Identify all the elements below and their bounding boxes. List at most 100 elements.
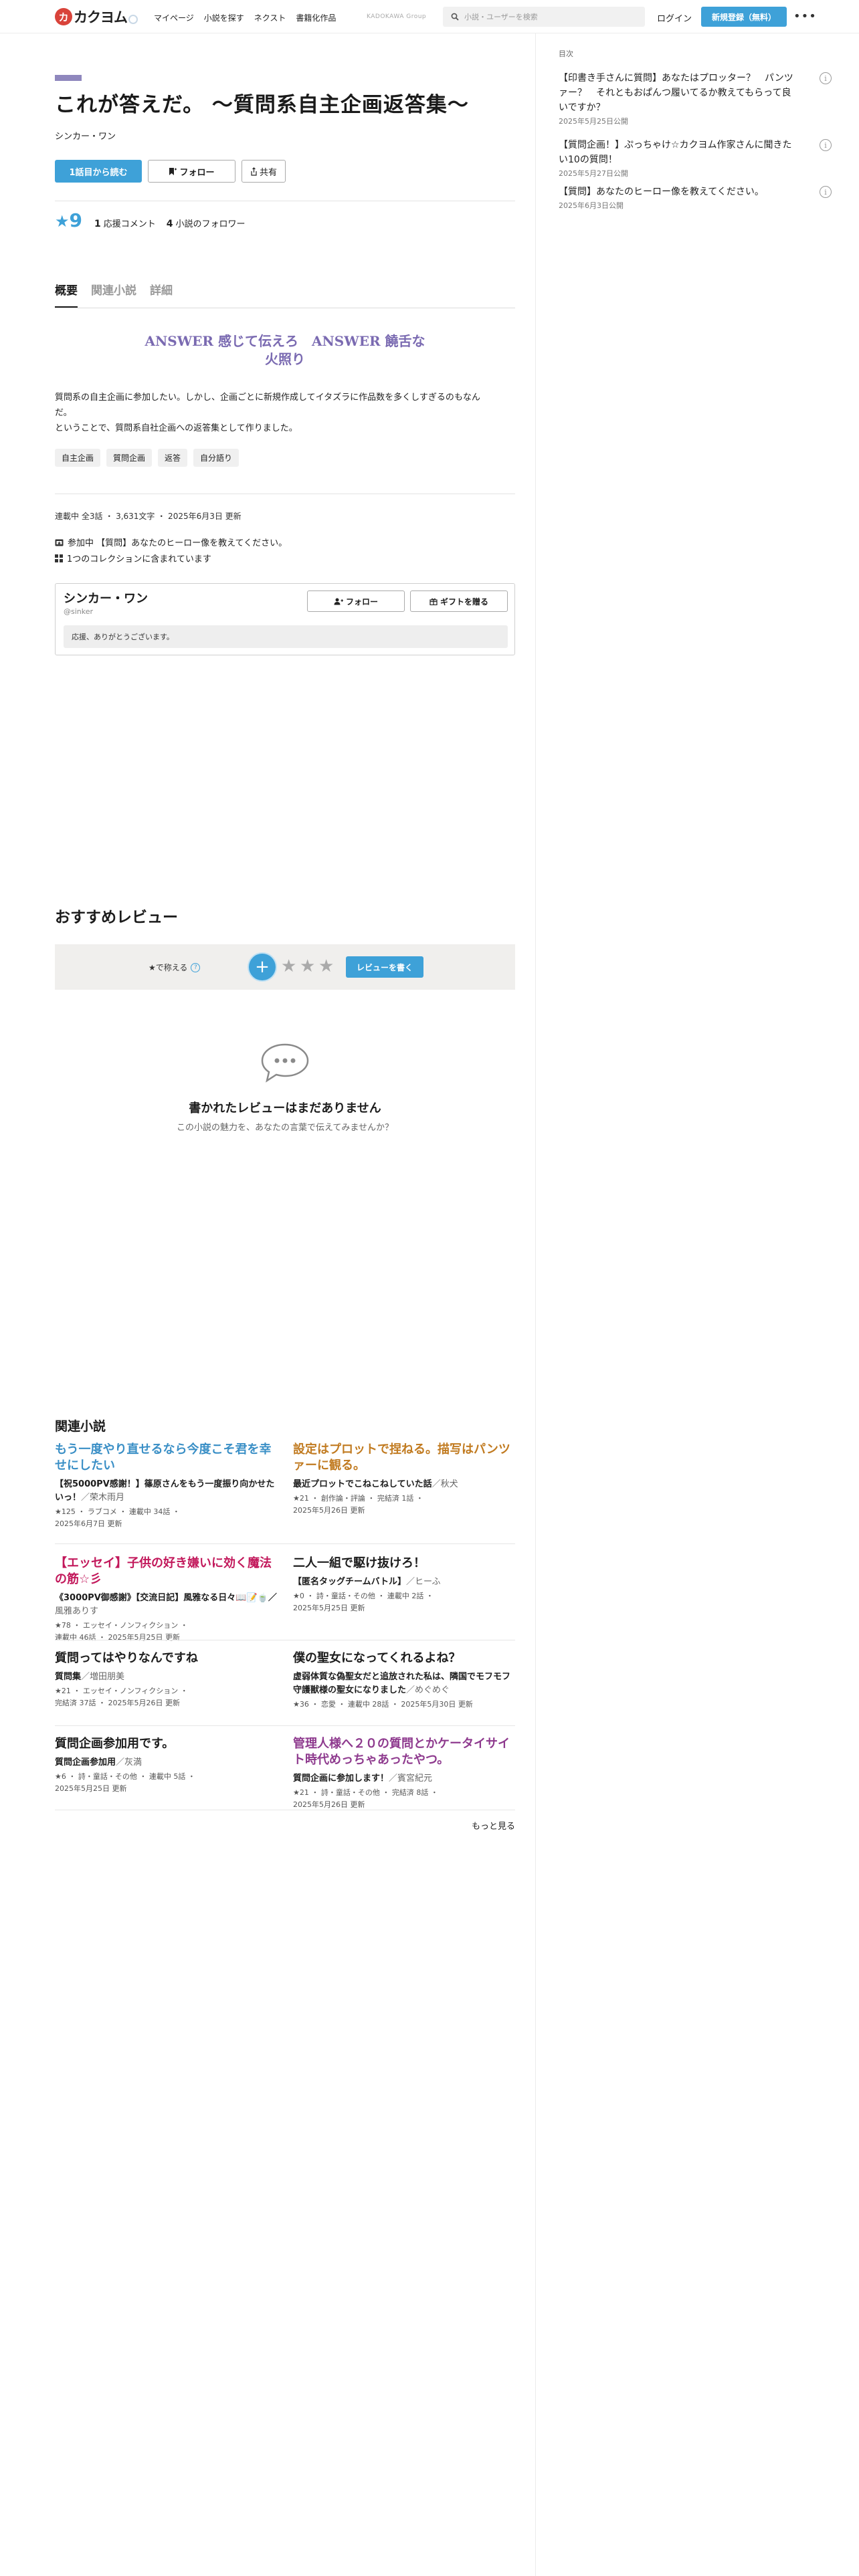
related-novel-title[interactable]: 管理人様へ２０の質問とかケータイサイト時代めっちゃあったやつ。 [293, 1736, 515, 1768]
add-star-button[interactable]: + [249, 954, 276, 980]
related-novel-author[interactable]: ／灰満 [116, 1757, 142, 1767]
event-participation-text[interactable]: 参加中 【質問】あなたのヒーロー像を教えてください。 [68, 536, 287, 548]
follow-work-label: フォロー [179, 167, 215, 178]
related-novel-card[interactable]: もう一度やり直せるなら今度こそ君を幸せにしたい 【祝5000PV感謝！】篠原さん… [55, 1442, 277, 1530]
related-novel-meta: ★21 ・ 詩・童話・その他 ・ 完結済 8話 ・ [293, 1788, 438, 1797]
related-novel-card[interactable]: 二人一組で駆け抜けろ！ 【匿名タッグチームバトル】／ヒーふ ★0 ・ 詩・童話・… [293, 1555, 515, 1614]
no-reviews-subtitle: この小説の魅力を、あなたの言葉で伝えてみませんか？ [177, 1123, 393, 1133]
related-novel-card[interactable]: 設定はプロットで捏ねる。描写はパンツァーに観る。 最近プロットでこねこねしていた… [293, 1442, 515, 1517]
rating-star-icon[interactable]: ★ [281, 956, 296, 976]
related-novel-title[interactable]: 質問ってはやりなんですね [55, 1650, 277, 1667]
toc-episode[interactable]: 【印書き手さんに質問】あなたはプロッター？ パンツァー？ それともおぱんつ履いて… [559, 71, 832, 126]
nav-mypage[interactable]: マイページ [154, 12, 194, 23]
event-participation[interactable]: 参加中 【質問】あなたのヒーロー像を教えてください。 [55, 536, 287, 548]
work-title: これが答えだ。 〜質問系自主企画返答集〜 [55, 93, 469, 117]
related-novel-meta: ★36 ・ 恋愛 ・ 連載中 28話 ・ 2025年5月30日 更新 [293, 1700, 473, 1709]
share-button[interactable]: 共有 [242, 160, 286, 183]
toc-episode-date: 2025年5月27日公開 [559, 169, 628, 178]
related-novel-meta: 2025年5月25日 更新 [293, 1604, 365, 1612]
catchphrase-line: ANSWER 感じて伝えろ ANSWER 饒舌な [145, 333, 425, 349]
rating-star-icon[interactable]: ★ [318, 956, 334, 976]
logo-swirl-icon [128, 15, 138, 24]
info-icon[interactable]: i [820, 72, 832, 84]
related-novels-heading: 関連小説 [55, 1419, 106, 1434]
toc-episode-title[interactable]: 【印書き手さんに質問】あなたはプロッター？ パンツァー？ それともおぱんつ履いて… [559, 71, 799, 115]
search-input[interactable]: 小説・ユーザーを検索 [443, 7, 645, 27]
follow-author-label: フォロー [345, 597, 378, 607]
toc-episode[interactable]: 【質問企画！】ぷっちゃけ☆カクヨム作家さんに聞きたい10の質問！ 2025年5月… [559, 138, 832, 179]
related-novel-card[interactable]: 【エッセイ】子供の好き嫌いに効く魔法の筋☆彡 《3000PV御感謝》【交流日記】… [55, 1555, 277, 1644]
rate-label: ★で称える ? [149, 962, 201, 973]
author-card-handle[interactable]: @sinker [64, 607, 93, 616]
related-novel-author[interactable]: ／賓宮紀元 [389, 1774, 432, 1784]
related-novel-title[interactable]: 質問企画参加用です。 [55, 1736, 277, 1752]
collections-info[interactable]: 1つのコレクションに含まれています [55, 552, 211, 564]
collections-text[interactable]: 1つのコレクションに含まれています [67, 552, 211, 564]
share-icon [251, 167, 257, 176]
star-icon: ★ [55, 212, 70, 231]
related-novel-subtitle: 質問企画参加用／灰満 [55, 1756, 277, 1769]
read-first-episode-button[interactable]: 1話目から読む [55, 160, 142, 183]
send-gift-button[interactable]: ギフトを贈る [410, 591, 508, 612]
tab-overview[interactable]: 概要 [55, 281, 78, 308]
share-label: 共有 [259, 167, 277, 178]
tab-related-novels[interactable]: 関連小説 [91, 281, 136, 308]
tag[interactable]: 自主企画 [55, 449, 101, 467]
toc-episode-title[interactable]: 【質問】あなたのヒーロー像を教えてください。 [559, 185, 799, 199]
help-question-icon[interactable]: ? [191, 962, 201, 972]
tab-details[interactable]: 詳細 [150, 281, 173, 308]
related-novel-catch: 質問企画参加用 [55, 1757, 116, 1767]
toc-episode[interactable]: 【質問】あなたのヒーロー像を教えてください。 2025年6月3日公開 i [559, 185, 832, 211]
related-novel-title[interactable]: 設定はプロットで捏ねる。描写はパンツァーに観る。 [293, 1442, 515, 1474]
info-icon[interactable]: i [820, 186, 832, 198]
more-related-link[interactable]: もっと見る [472, 1819, 515, 1832]
kakuyomu-logo[interactable]: カ カクヨム [55, 7, 138, 26]
related-novel-author[interactable]: ／増田朋美 [81, 1672, 124, 1682]
write-review-button[interactable]: レビューを書く [346, 956, 423, 978]
work-author[interactable]: シンカー・ワン [55, 129, 116, 142]
follow-work-button[interactable]: フォロー [148, 160, 235, 183]
star-rating[interactable]: ★9 [55, 209, 82, 231]
related-novel-title[interactable]: 僕の聖女になってくれるよね？ [293, 1650, 515, 1667]
related-novel-title[interactable]: 【エッセイ】子供の好き嫌いに効く魔法の筋☆彡 [55, 1555, 277, 1588]
nav-next[interactable]: ネクスト [254, 12, 286, 23]
followers-label[interactable]: 小説のフォロワー [176, 217, 246, 229]
signup-button[interactable]: 新規登録（無料） [701, 7, 787, 27]
reviews-heading: おすすめレビュー [55, 909, 178, 926]
table-of-contents-panel: 目次 【印書き手さんに質問】あなたはプロッター？ パンツァー？ それともおぱんつ… [535, 33, 859, 2576]
related-novel-catch: 質問集 [55, 1672, 82, 1682]
related-novel-title[interactable]: もう一度やり直せるなら今度こそ君を幸せにしたい [55, 1442, 277, 1474]
info-icon[interactable]: i [820, 139, 832, 151]
related-novel-author[interactable]: 風雅ありす [55, 1606, 98, 1616]
comments-label[interactable]: 応援コメント [104, 217, 156, 229]
author-card-name[interactable]: シンカー・ワン [64, 589, 148, 607]
more-menu-icon[interactable]: ••• [793, 9, 817, 23]
related-novel-author[interactable]: ／荣木雨月 [81, 1493, 124, 1503]
comments-count: 1 [94, 219, 101, 229]
related-novel-card[interactable]: 僕の聖女になってくれるよね？ 虚弱体質な偽聖女だと追放された私は、隣国でモフモフ… [293, 1650, 515, 1711]
rating-star-icon[interactable]: ★ [300, 956, 315, 976]
tag[interactable]: 質問企画 [106, 449, 153, 467]
related-novel-card[interactable]: 質問ってはやりなんですね 質問集／増田朋美 ★21 ・ エッセイ・ノンフィクショ… [55, 1650, 277, 1709]
related-novel-author[interactable]: ／めぐめぐ [406, 1685, 450, 1695]
rate-label-text: ★で称える [149, 963, 188, 972]
related-novel-subtitle: 虚弱体質な偽聖女だと追放された私は、隣国でモフモフ守護獣様の聖女になりました／め… [293, 1671, 515, 1697]
tag-list: 自主企画 質問企画 返答 自分語り [55, 449, 240, 467]
related-novel-title[interactable]: 二人一組で駆け抜けろ！ [293, 1555, 515, 1572]
related-novel-author[interactable]: ／ヒーふ [406, 1577, 440, 1587]
follow-author-button[interactable]: フォロー [307, 591, 405, 612]
nav-find-novels[interactable]: 小説を探す [204, 12, 244, 23]
introduction: 質問系の自主企画に参加したい。しかし、企画ごとに新規作成してイタズラに作品数を多… [55, 390, 515, 436]
catchphrase-line: 火照り [265, 351, 305, 367]
tag[interactable]: 自分語り [193, 449, 240, 467]
search-placeholder: 小説・ユーザーを検索 [464, 13, 538, 21]
related-novel-card[interactable]: 質問企画参加用です。 質問企画参加用／灰満 ★6 ・ 詩・童話・その他 ・ 連載… [55, 1736, 277, 1795]
tag[interactable]: 返答 [158, 449, 188, 467]
star-count: 9 [69, 209, 82, 231]
related-novel-card[interactable]: 管理人様へ２０の質問とかケータイサイト時代めっちゃあったやつ。 質問企画に参加し… [293, 1736, 515, 1811]
nav-published-works[interactable]: 書籍化作品 [296, 12, 336, 23]
toc-episode-title[interactable]: 【質問企画！】ぷっちゃけ☆カクヨム作家さんに聞きたい10の質問！ [559, 138, 799, 167]
login-link[interactable]: ログイン [657, 11, 692, 24]
related-novel-subtitle: 質問企画に参加します！／賓宮紀元 [293, 1772, 515, 1786]
related-novel-author[interactable]: ／秋犬 [432, 1479, 458, 1489]
